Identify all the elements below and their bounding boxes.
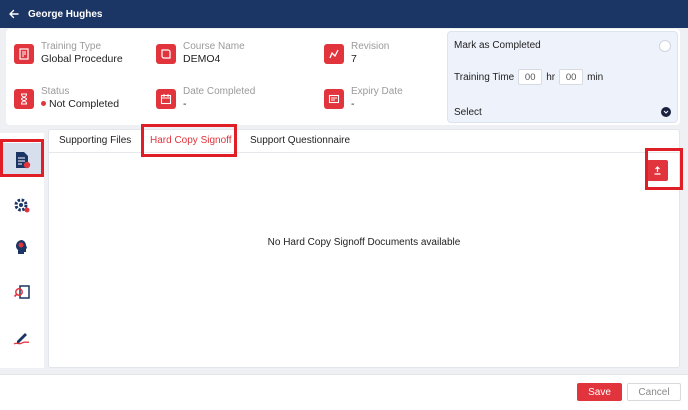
document-info-icon xyxy=(16,152,31,169)
training-time-row: Training Time hr min xyxy=(454,69,603,85)
status-dot-icon xyxy=(41,100,46,106)
completion-panel: Mark as Completed Training Time hr min S… xyxy=(447,31,678,123)
course-name-value: DEMO4 xyxy=(183,53,221,65)
settings-gear-icon xyxy=(14,198,30,213)
tab-supporting-files[interactable]: Supporting Files xyxy=(59,135,131,146)
revision-icon xyxy=(324,44,344,64)
tab-support-questionnaire[interactable]: Support Questionnaire xyxy=(250,135,350,146)
expiry-date-label: Expiry Date xyxy=(351,86,403,97)
empty-state-message: No Hard Copy Signoff Documents available xyxy=(267,237,461,248)
expiry-date-value: - xyxy=(351,98,355,110)
mark-completed-toggle[interactable] xyxy=(659,40,671,52)
upload-button[interactable] xyxy=(647,160,668,181)
nav-document-info[interactable] xyxy=(2,143,42,177)
status-item: Status Not Completed xyxy=(14,86,119,111)
expiry-date-item: Expiry Date - xyxy=(324,86,403,111)
minutes-unit: min xyxy=(587,71,604,83)
page-title: George Hughes xyxy=(28,8,103,20)
side-nav xyxy=(0,133,44,368)
training-type-item: Training Type Global Procedure xyxy=(14,41,123,66)
hourglass-icon xyxy=(14,89,34,109)
hours-input[interactable] xyxy=(518,69,543,85)
tab-hard-copy-signoff[interactable]: Hard Copy Signoff xyxy=(150,135,232,146)
calendar-icon xyxy=(156,89,176,109)
expiry-icon xyxy=(324,89,344,109)
cancel-button[interactable]: Cancel xyxy=(627,383,681,401)
course-name-item: Course Name DEMO4 xyxy=(156,41,245,66)
save-button[interactable]: Save xyxy=(577,383,622,401)
status-text: Not Completed xyxy=(49,98,120,110)
date-completed-value: - xyxy=(183,98,187,110)
main-content-panel: Supporting Files Hard Copy Signoff Suppo… xyxy=(48,129,680,368)
status-value: Not Completed xyxy=(41,98,119,111)
upload-icon xyxy=(654,166,661,175)
nav-head-settings[interactable] xyxy=(2,230,42,264)
arrow-left-icon[interactable] xyxy=(8,8,20,20)
nav-search-document[interactable] xyxy=(2,275,42,309)
revision-value: 7 xyxy=(351,53,357,65)
top-bar: George Hughes xyxy=(0,0,688,28)
mark-completed-label: Mark as Completed xyxy=(454,40,541,51)
signature-icon xyxy=(13,333,30,345)
head-gear-icon xyxy=(16,240,27,254)
date-completed-item: Date Completed - xyxy=(156,86,255,111)
tab-bar: Supporting Files Hard Copy Signoff Suppo… xyxy=(49,130,679,153)
revision-label: Revision xyxy=(351,41,390,52)
training-type-label: Training Type xyxy=(41,41,102,52)
date-completed-label: Date Completed xyxy=(183,86,256,97)
revision-item: Revision 7 xyxy=(324,41,389,66)
status-label: Status xyxy=(41,86,70,97)
training-time-label: Training Time xyxy=(454,71,515,83)
course-name-label: Course Name xyxy=(183,41,245,52)
nav-settings[interactable] xyxy=(2,188,42,222)
training-type-value: Global Procedure xyxy=(41,53,123,65)
footer-bar: Save Cancel xyxy=(0,374,688,410)
search-document-icon xyxy=(13,285,30,299)
book-icon xyxy=(156,44,176,64)
procedure-icon xyxy=(14,44,34,64)
chevron-down-icon[interactable] xyxy=(661,107,671,117)
hours-unit: hr xyxy=(546,71,556,83)
minutes-input[interactable] xyxy=(559,69,584,85)
select-dropdown[interactable]: Select xyxy=(454,107,482,118)
nav-signature[interactable] xyxy=(2,321,42,355)
